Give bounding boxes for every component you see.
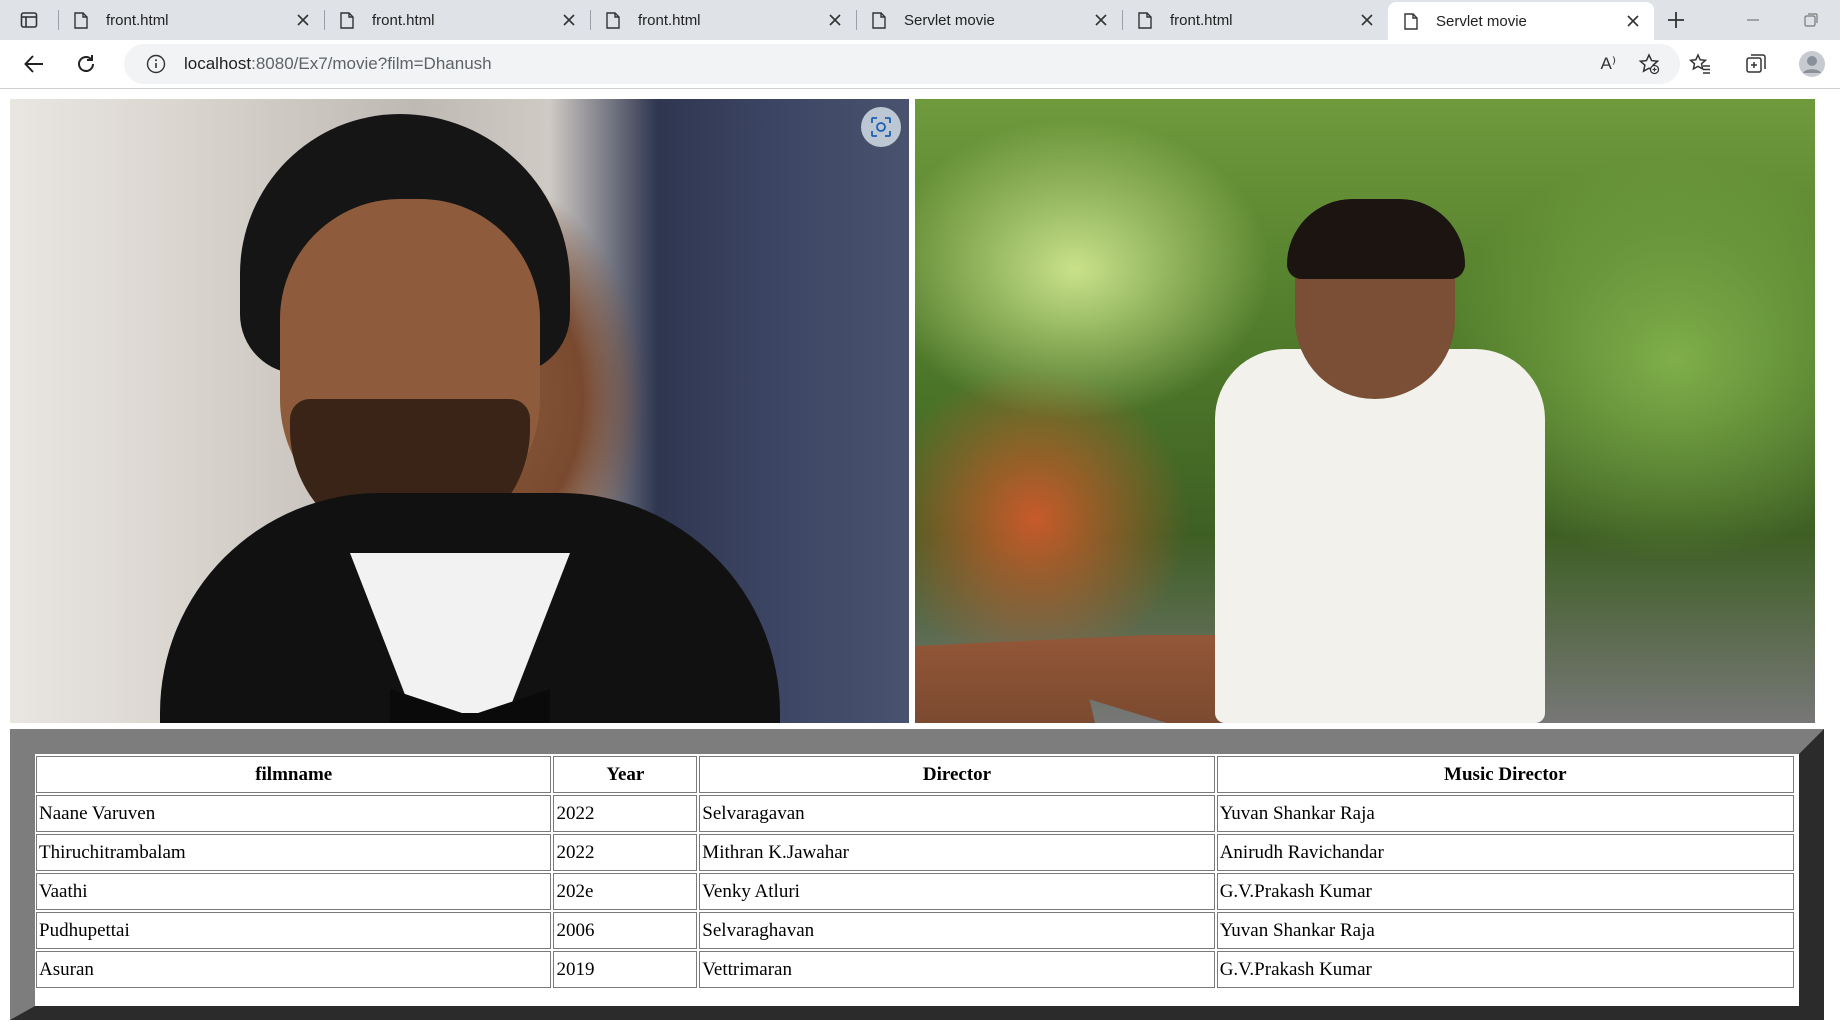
cell-year: 2022 [553,834,698,871]
cell-year: 2022 [553,795,698,832]
back-arrow-icon [24,55,43,73]
document-icon [872,11,886,29]
cell-year: 2019 [553,951,698,988]
reload-button[interactable] [64,42,108,86]
profile-button[interactable] [1784,40,1840,88]
document-icon [1404,12,1418,30]
document-icon [1138,11,1152,29]
visual-search-icon [871,117,891,137]
cell-director: Selvaraghavan [699,912,1215,949]
cell-music-director: Anirudh Ravichandar [1216,834,1794,871]
cell-director: Selvaragavan [699,795,1215,832]
close-icon[interactable] [1094,13,1108,27]
header-year: Year [553,756,698,793]
tab-strip: front.html front.html front.html Servlet… [0,0,1840,40]
minimize-button[interactable] [1724,0,1782,40]
cell-filmname: Vaathi [36,873,552,910]
actor-photo-right [915,99,1815,723]
photo-white-shirt-shape [1215,349,1545,723]
table-header-row: filmname Year Director Music Director [36,756,1794,793]
cell-year: 2006 [553,912,698,949]
visual-search-button[interactable] [861,107,901,147]
cell-music-director: G.V.Prakash Kumar [1216,873,1794,910]
address-bar-actions: A⁾ [1600,44,1660,84]
profile-avatar-icon [1799,51,1825,77]
tab-title: front.html [1170,11,1233,29]
url-path: :8080/Ex7/movie?film=Dhanush [251,54,492,73]
url-text[interactable]: localhost:8080/Ex7/movie?film=Dhanush [184,54,492,74]
tab-actions-icon [20,12,38,28]
close-icon[interactable] [296,13,310,27]
url-host: localhost [184,54,252,73]
table-row: Thiruchitrambalam 2022 Mithran K.Jawahar… [36,834,1794,871]
collections-icon [1746,54,1766,73]
browser-toolbar: localhost:8080/Ex7/movie?film=Dhanush A⁾ [0,40,1840,89]
reload-icon [78,55,94,72]
tab-active[interactable]: Servlet movie [1388,2,1654,40]
close-icon[interactable] [1360,13,1374,27]
header-filmname: filmname [36,756,552,793]
table-row: Pudhupettai 2006 Selvaraghavan Yuvan Sha… [36,912,1794,949]
tab-actions-button[interactable] [0,0,58,40]
cell-music-director: G.V.Prakash Kumar [1216,951,1794,988]
cell-music-director: Yuvan Shankar Raja [1216,795,1794,832]
back-button[interactable] [12,42,56,86]
table-row: Asuran 2019 Vettrimaran G.V.Prakash Kuma… [36,951,1794,988]
close-icon[interactable] [562,13,576,27]
document-icon [606,11,620,29]
tab[interactable]: front.html [58,0,324,40]
collections-button[interactable] [1728,40,1784,88]
restore-button[interactable] [1782,0,1840,40]
document-icon [340,11,354,29]
new-tab-button[interactable] [1654,0,1698,40]
toolbar-right [1672,40,1840,88]
add-favorite-icon[interactable] [1638,53,1660,75]
favorites-icon [1689,53,1710,74]
plus-icon [1668,12,1684,28]
minimize-icon [1747,19,1759,21]
header-music-director: Music Director [1216,756,1794,793]
close-icon[interactable] [828,13,842,27]
window-controls [1724,0,1840,40]
tab[interactable]: front.html [1122,0,1388,40]
tab-title: front.html [106,11,169,29]
cell-music-director: Yuvan Shankar Raja [1216,912,1794,949]
cell-director: Mithran K.Jawahar [699,834,1215,871]
photo-hair-shape [1287,199,1465,279]
cell-director: Vettrimaran [699,951,1215,988]
cell-year: 202e [553,873,698,910]
tab-title: front.html [372,11,435,29]
tab-title: front.html [638,11,701,29]
cell-filmname: Asuran [36,951,552,988]
close-icon[interactable] [1626,14,1640,28]
table-row: Naane Varuven 2022 Selvaragavan Yuvan Sh… [36,795,1794,832]
tab[interactable]: front.html [324,0,590,40]
document-icon [74,11,88,29]
address-bar[interactable]: localhost:8080/Ex7/movie?film=Dhanush A⁾ [124,44,1680,84]
restore-icon [1804,13,1818,27]
cell-director: Venky Atluri [699,873,1215,910]
tab[interactable]: front.html [590,0,856,40]
table-row: Vaathi 202e Venky Atluri G.V.Prakash Kum… [36,873,1794,910]
actor-photo-left [10,99,909,723]
favorites-button[interactable] [1672,40,1728,88]
movie-table-frame: filmname Year Director Music Director Na… [10,729,1824,1020]
tab[interactable]: Servlet movie [856,0,1122,40]
cell-filmname: Pudhupettai [36,912,552,949]
cell-filmname: Thiruchitrambalam [36,834,552,871]
tab-title: Servlet movie [1436,12,1527,30]
cell-filmname: Naane Varuven [36,795,552,832]
movie-table: filmname Year Director Music Director Na… [34,754,1796,990]
header-director: Director [699,756,1215,793]
site-info-icon[interactable] [146,54,166,74]
read-aloud-icon[interactable]: A⁾ [1600,54,1616,74]
tab-title: Servlet movie [904,11,995,29]
